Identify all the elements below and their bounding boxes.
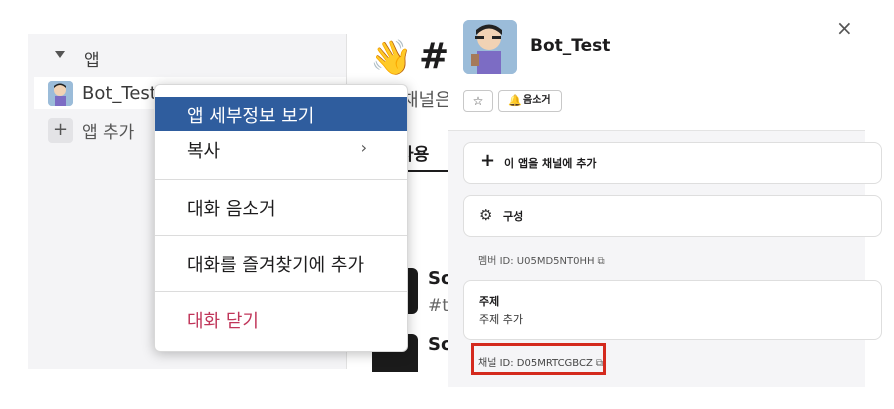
configure-button[interactable] [463,195,882,237]
menu-divider [155,291,407,292]
member-id[interactable]: 멤버 ID: U05MD5NT0HH ⧉ [478,252,605,267]
topic-card[interactable] [463,280,882,340]
close-icon[interactable]: × [836,18,853,38]
plus-icon[interactable]: + [48,118,73,143]
list-item-subtitle: #t [428,296,449,316]
channel-id-highlight-box [471,343,606,375]
menu-item-view-app-details[interactable]: 앱 세부정보 보기 [155,97,407,131]
bot-avatar [48,81,73,106]
menu-item-label: 대화 음소거 [187,199,276,220]
wave-emoji: 👋 [370,38,413,78]
mute-label: 음소거 [523,95,551,106]
add-app-link[interactable]: 앱 추가 [82,118,134,143]
channel-hash: # [419,36,450,77]
star-button[interactable]: ☆ [463,90,493,112]
copy-icon[interactable]: ⧉ [598,256,605,267]
caret-down-icon[interactable] [55,51,65,58]
chevron-right-icon: › [360,138,367,157]
menu-item-close-conversation[interactable]: 대화 닫기 [155,301,407,335]
menu-divider [155,235,407,236]
sidebar-item-label: Bot_Test [82,83,157,104]
context-menu: 앱 세부정보 보기 복사 › 대화 음소거 대화를 즐겨찾기에 추가 대화 닫기 [154,84,408,352]
member-id-text: 멤버 ID: U05MD5NT0HH [478,256,595,267]
configure-label: 구성 [503,210,524,223]
menu-item-label: 복사 [187,141,221,162]
app-title: Bot_Test [530,36,611,56]
bot-avatar-large [463,20,517,74]
menu-divider [155,179,407,180]
menu-item-mute[interactable]: 대화 음소거 [155,189,407,223]
gear-icon: ⚙ [479,206,493,224]
menu-item-label: 대화 닫기 [187,311,259,332]
menu-item-add-to-favorites[interactable]: 대화를 즐겨찾기에 추가 [155,245,407,279]
bell-icon: 🔔 [508,94,522,107]
menu-item-copy[interactable]: 복사 › [155,131,407,165]
add-to-channel-label: 이 앱을 채널에 추가 [504,157,597,170]
mute-button[interactable]: 🔔 음소거 [498,90,562,112]
sidebar-section-apps[interactable]: 앱 [84,46,100,71]
topic-heading: 주제 [479,295,500,308]
menu-item-label: 앱 세부정보 보기 [187,106,315,127]
channel-description: 채널은 [402,90,452,111]
plus-icon: + [480,150,496,171]
menu-item-label: 대화를 즐겨찾기에 추가 [187,255,365,276]
add-topic-link[interactable]: 주제 추가 [479,311,523,327]
